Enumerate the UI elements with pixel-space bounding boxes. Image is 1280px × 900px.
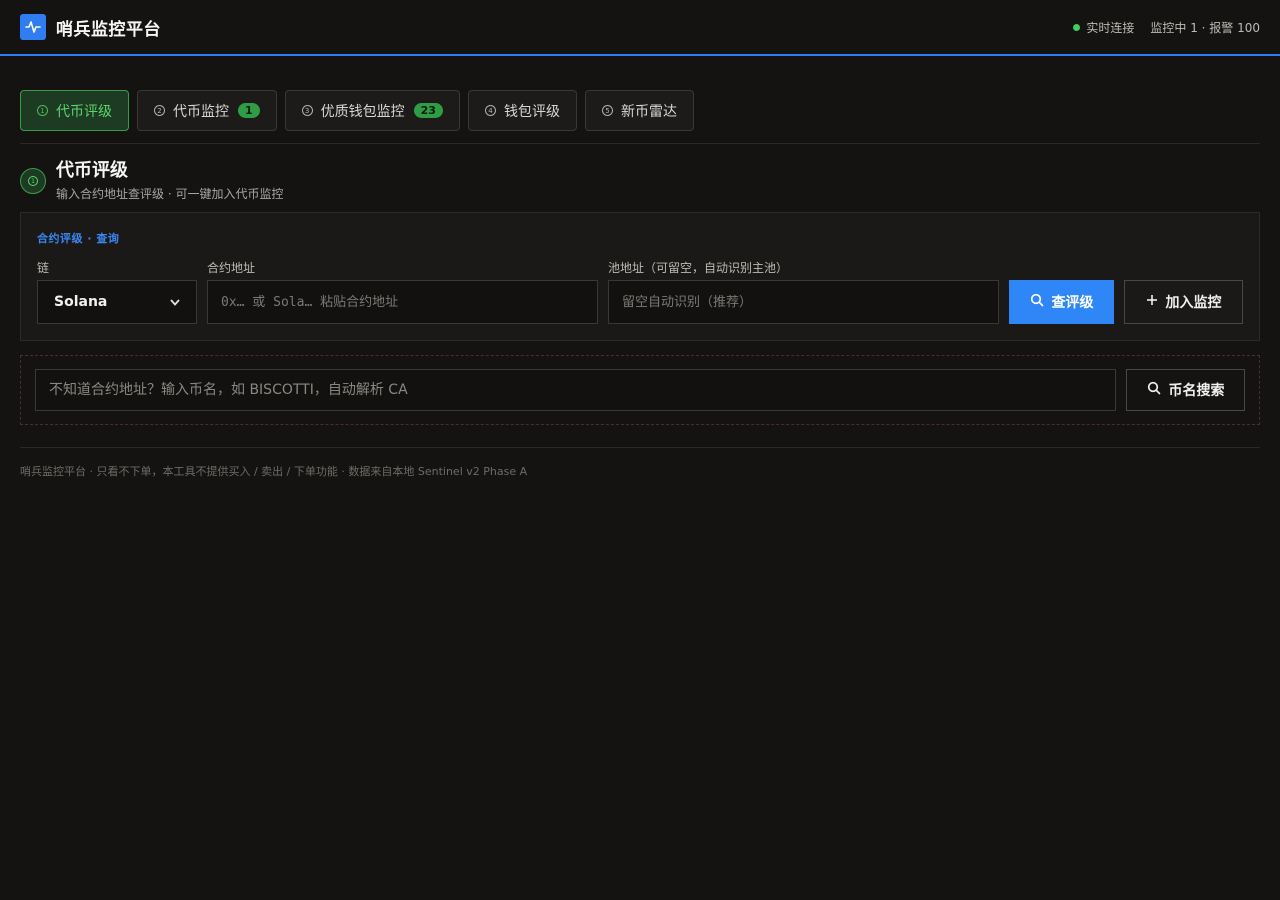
tab-label: 新币雷达	[620, 103, 677, 120]
monitor-summary: 监控中 1 · 报警 100	[1150, 20, 1260, 35]
contract-label: 合约地址	[207, 261, 256, 275]
chevron-down-icon	[170, 296, 180, 309]
token-name-search-input[interactable]	[35, 369, 1116, 411]
tab-token-monitor[interactable]: 2 代币监控 1	[137, 90, 277, 131]
tab-wallet-monitor[interactable]: 3 优质钱包监控 23	[284, 90, 460, 131]
section-title: 代币评级	[56, 160, 128, 181]
connection-status: 实时连接 监控中 1 · 报警 100	[1073, 19, 1260, 36]
tab-number-icon: 2	[154, 105, 165, 116]
contract-address-input[interactable]	[207, 280, 598, 324]
footer-note: 哨兵监控平台 · 只看不下单，本工具不提供买入 / 卖出 / 下单功能 · 数据…	[20, 465, 528, 478]
main-tabs: 1 代币评级 2 代币监控 1 3 优质钱包监控 23 4 钱包评级 5 新币雷…	[20, 90, 694, 131]
tab-number-icon: 5	[601, 105, 613, 116]
name-search-button[interactable]: 币名搜索	[1126, 369, 1245, 411]
tab-wallet-rating[interactable]: 4 钱包评级	[467, 90, 577, 131]
name-search-card: 币名搜索	[20, 355, 1260, 425]
tab-token-rating[interactable]: 1 代币评级	[20, 90, 129, 131]
top-bar: 哨兵监控平台 实时连接 监控中 1 · 报警 100	[0, 0, 1280, 56]
pulse-logo-icon	[20, 14, 46, 40]
chain-selected-value: Solana	[54, 294, 108, 310]
count-badge: 1	[238, 103, 260, 118]
footer-divider	[20, 447, 1260, 448]
tab-number-icon: 4	[484, 105, 496, 116]
tab-new-token-radar[interactable]: 5 新币雷达	[584, 90, 694, 131]
live-dot-icon	[1073, 23, 1081, 31]
section-number-icon: 1	[20, 168, 46, 194]
tab-label: 钱包评级	[503, 103, 560, 120]
query-button-label: 查评级	[1051, 295, 1094, 311]
tab-number-icon: 1	[37, 105, 48, 116]
add-monitor-button[interactable]: 加入监控	[1124, 280, 1243, 324]
tab-label: 代币监控	[173, 103, 229, 120]
section-subtitle: 输入合约地址查评级 · 可一键加入代币监控	[56, 187, 284, 201]
name-search-label: 币名搜索	[1168, 383, 1225, 399]
card-breadcrumb: 合约评级 · 查询	[37, 232, 120, 245]
pool-label: 池地址（可留空，自动识别主池）	[608, 261, 789, 275]
tab-label: 优质钱包监控	[320, 103, 405, 120]
search-icon	[1030, 293, 1044, 311]
pool-address-input[interactable]	[608, 280, 999, 324]
chain-select[interactable]: Solana	[37, 280, 197, 324]
plus-icon	[1146, 294, 1158, 310]
add-button-label: 加入监控	[1165, 295, 1222, 311]
search-icon	[1147, 381, 1161, 399]
chain-label: 链	[37, 261, 50, 275]
query-rating-button[interactable]: 查评级	[1009, 280, 1114, 324]
tab-number-icon: 3	[301, 105, 313, 116]
contract-query-card: 合约评级 · 查询 链 Solana 合约地址 池地址（可留空，自动识别主池） …	[20, 212, 1260, 341]
section-header: 1 代币评级 输入合约地址查评级 · 可一键加入代币监控	[20, 160, 283, 202]
count-badge: 23	[413, 103, 443, 118]
live-status-text: 实时连接	[1086, 20, 1135, 35]
tab-divider	[20, 143, 1260, 144]
tab-label: 代币评级	[56, 103, 112, 120]
app-title: 哨兵监控平台	[56, 19, 161, 40]
